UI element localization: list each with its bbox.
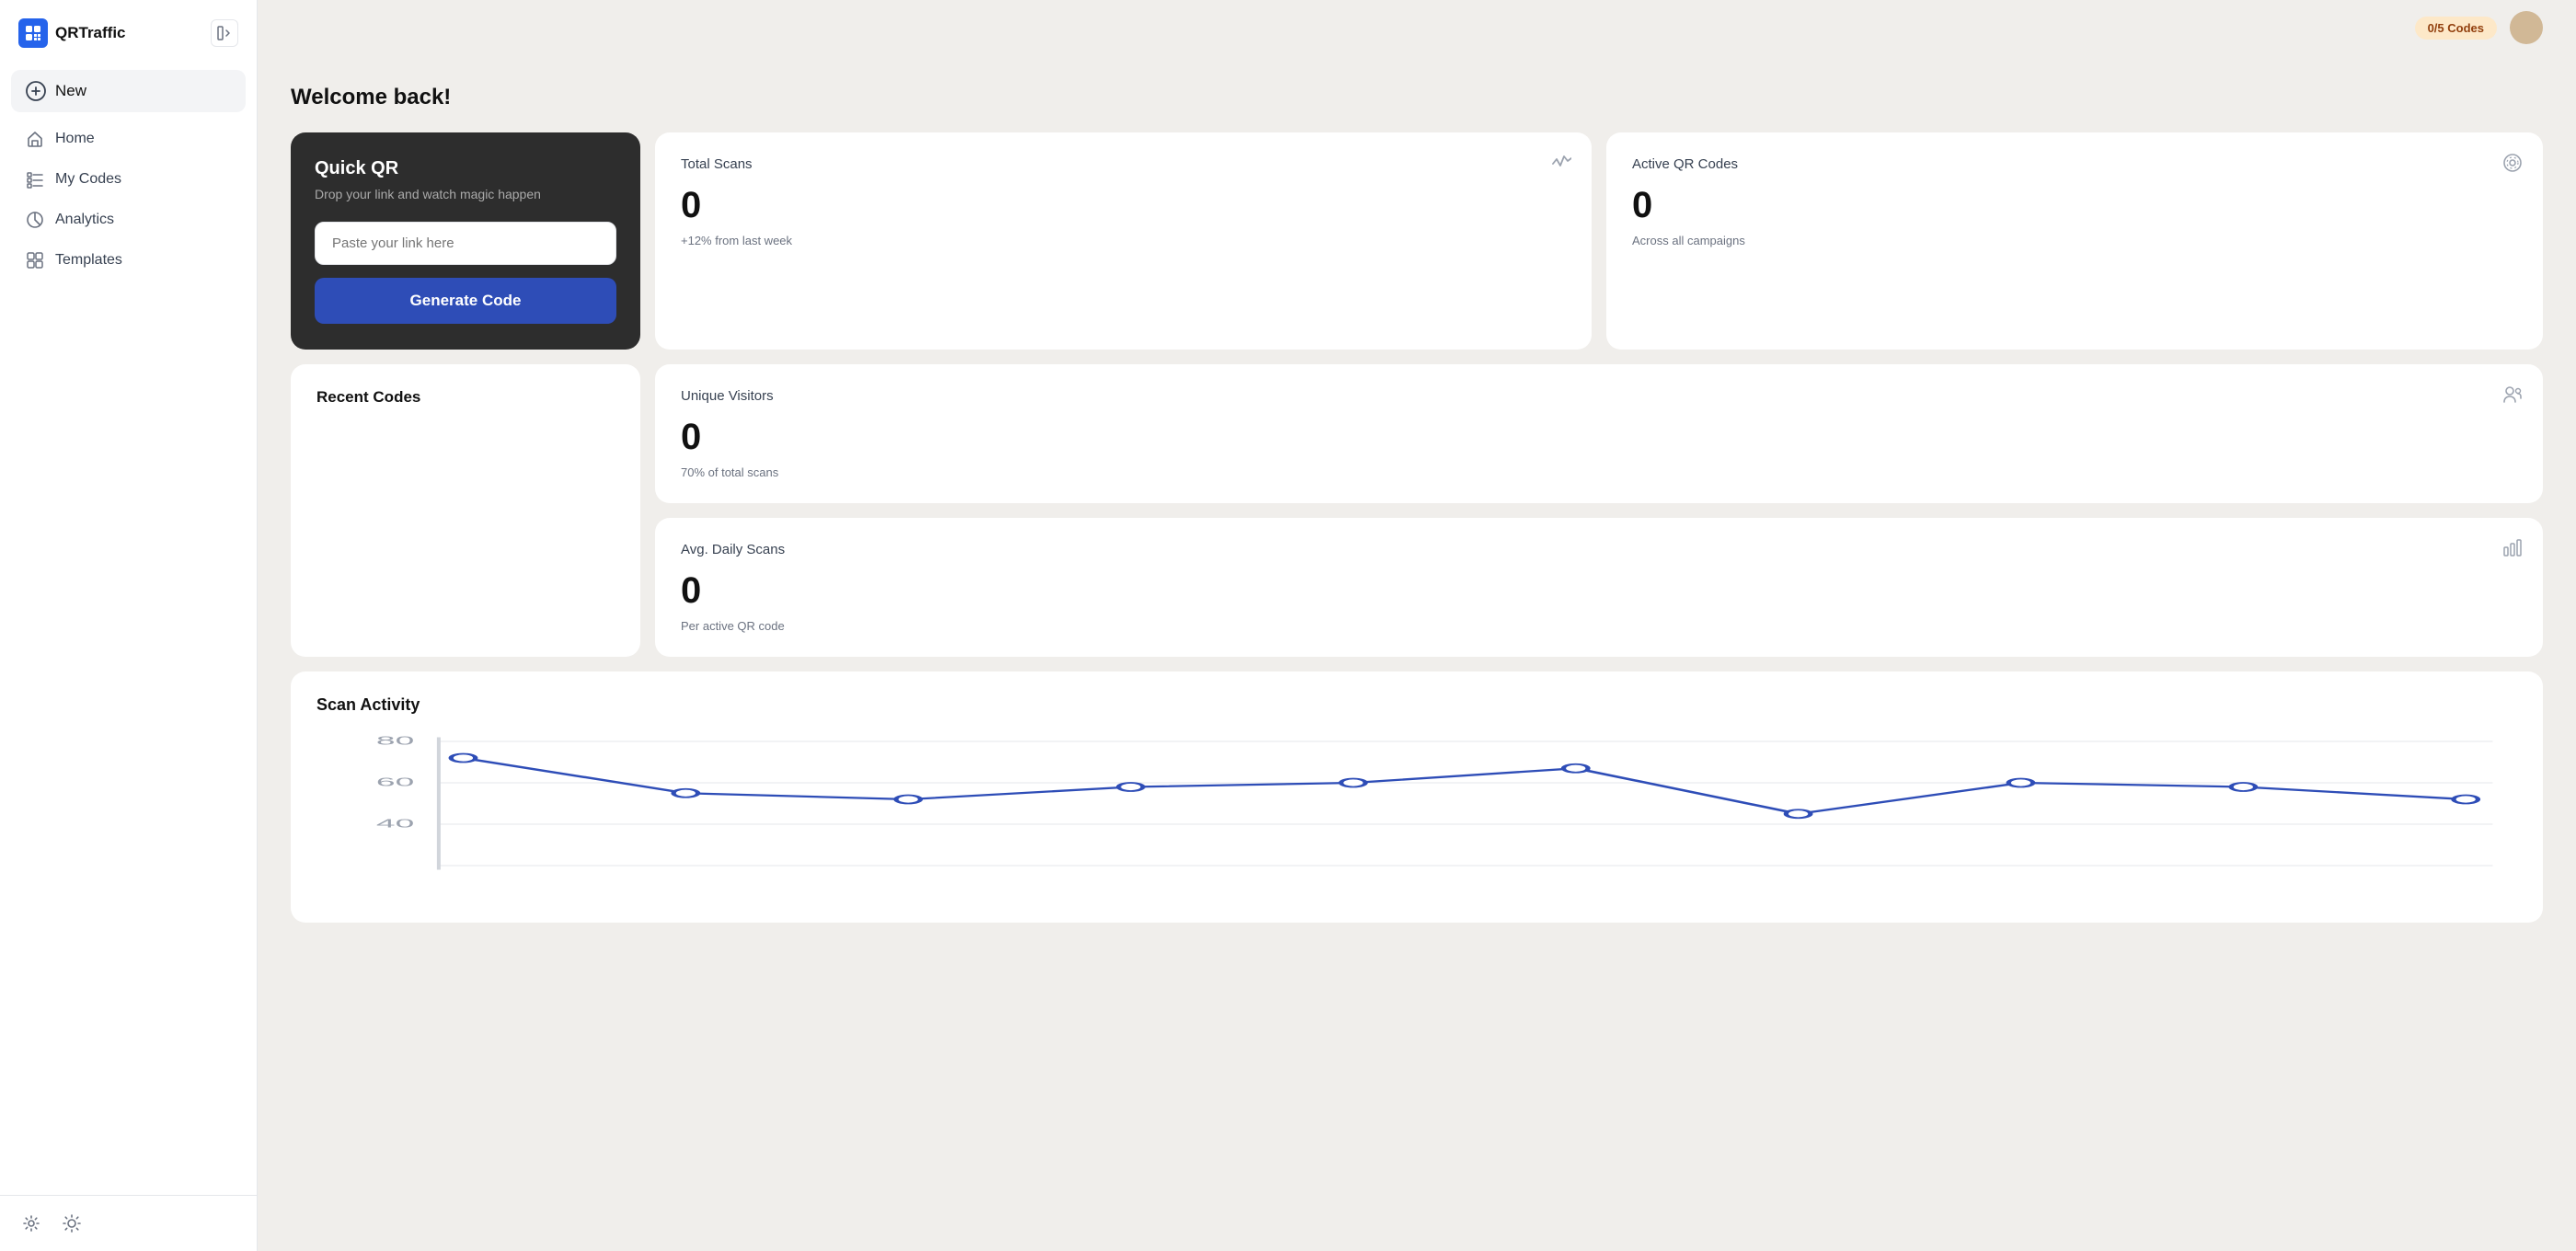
active-qr-codes-sub: Across all campaigns <box>1632 234 2517 247</box>
theme-button[interactable] <box>59 1211 85 1236</box>
sidebar-item-analytics[interactable]: Analytics <box>11 201 246 239</box>
quick-qr-card: Quick QR Drop your link and watch magic … <box>291 132 640 350</box>
active-qr-codes-title: Active QR Codes <box>1632 156 2517 172</box>
right-stats: Unique Visitors 0 70% of total scans <box>655 364 2543 657</box>
recent-codes-title: Recent Codes <box>316 388 615 407</box>
sidebar-item-analytics-label: Analytics <box>55 212 114 228</box>
codes-badge: 0/5 Codes <box>2415 17 2497 40</box>
generate-code-button[interactable]: Generate Code <box>315 278 616 324</box>
avatar[interactable] <box>2510 11 2543 44</box>
quick-qr-title: Quick QR <box>315 158 616 179</box>
recent-codes-card: Recent Codes <box>291 364 640 657</box>
sidebar-item-home[interactable]: Home <box>11 120 246 158</box>
unique-visitors-sub: 70% of total scans <box>681 465 2517 479</box>
activity-icon <box>1551 153 1571 178</box>
total-scans-title: Total Scans <box>681 156 1566 172</box>
unique-visitors-title: Unique Visitors <box>681 388 2517 404</box>
svg-text:40: 40 <box>376 817 414 830</box>
svg-text:80: 80 <box>376 734 414 747</box>
active-qr-codes-value: 0 <box>1632 185 2517 226</box>
logo: QRTraffic <box>18 18 126 48</box>
app-name: QRTraffic <box>55 24 126 42</box>
page-title: Welcome back! <box>291 85 2543 110</box>
svg-text:60: 60 <box>376 775 414 788</box>
main-content: 0/5 Codes Welcome back! Quick QR Drop yo… <box>258 0 2576 1251</box>
avg-daily-scans-title: Avg. Daily Scans <box>681 542 2517 557</box>
scan-activity-card: Scan Activity 80 60 40 <box>291 671 2543 923</box>
sidebar-item-home-label: Home <box>55 131 95 147</box>
qr-icon <box>2502 153 2523 178</box>
total-scans-sub: +12% from last week <box>681 234 1566 247</box>
sidebar-header: QRTraffic <box>0 0 257 63</box>
top-grid: Quick QR Drop your link and watch magic … <box>291 132 2543 350</box>
logo-icon <box>18 18 48 48</box>
sidebar-item-templates[interactable]: Templates <box>11 241 246 280</box>
sidebar-item-templates-label: Templates <box>55 252 122 269</box>
scan-activity-chart: 80 60 40 <box>316 733 2517 899</box>
topbar: 0/5 Codes <box>258 0 2576 55</box>
collapse-sidebar-button[interactable] <box>211 19 238 47</box>
new-button[interactable]: New <box>11 70 246 112</box>
bar-chart-icon <box>2502 538 2523 563</box>
avg-daily-scans-value: 0 <box>681 570 2517 612</box>
new-label: New <box>55 82 86 100</box>
unique-visitors-card: Unique Visitors 0 70% of total scans <box>655 364 2543 503</box>
quick-qr-subtitle: Drop your link and watch magic happen <box>315 187 616 201</box>
sidebar-footer <box>0 1195 257 1251</box>
total-scans-card: Total Scans 0 +12% from last week <box>655 132 1592 350</box>
sidebar: QRTraffic New Home <box>0 0 258 1251</box>
settings-button[interactable] <box>18 1211 44 1236</box>
sidebar-item-my-codes-label: My Codes <box>55 171 121 188</box>
link-input[interactable] <box>315 222 616 265</box>
sidebar-nav: New Home My Codes A <box>0 63 257 1195</box>
scan-activity-title: Scan Activity <box>316 695 2517 715</box>
mid-grid: Recent Codes Unique Visitors 0 <box>291 364 2543 657</box>
avg-daily-scans-sub: Per active QR code <box>681 619 2517 633</box>
avg-daily-scans-card: Avg. Daily Scans 0 Per active QR code <box>655 518 2543 657</box>
chart-svg: 80 60 40 <box>316 733 2517 899</box>
unique-visitors-value: 0 <box>681 417 2517 458</box>
users-icon <box>2502 384 2523 409</box>
content-area: Welcome back! Quick QR Drop your link an… <box>291 85 2543 923</box>
sidebar-item-my-codes[interactable]: My Codes <box>11 160 246 199</box>
active-qr-codes-card: Active QR Codes 0 Across all campaigns <box>1606 132 2543 350</box>
total-scans-value: 0 <box>681 185 1566 226</box>
